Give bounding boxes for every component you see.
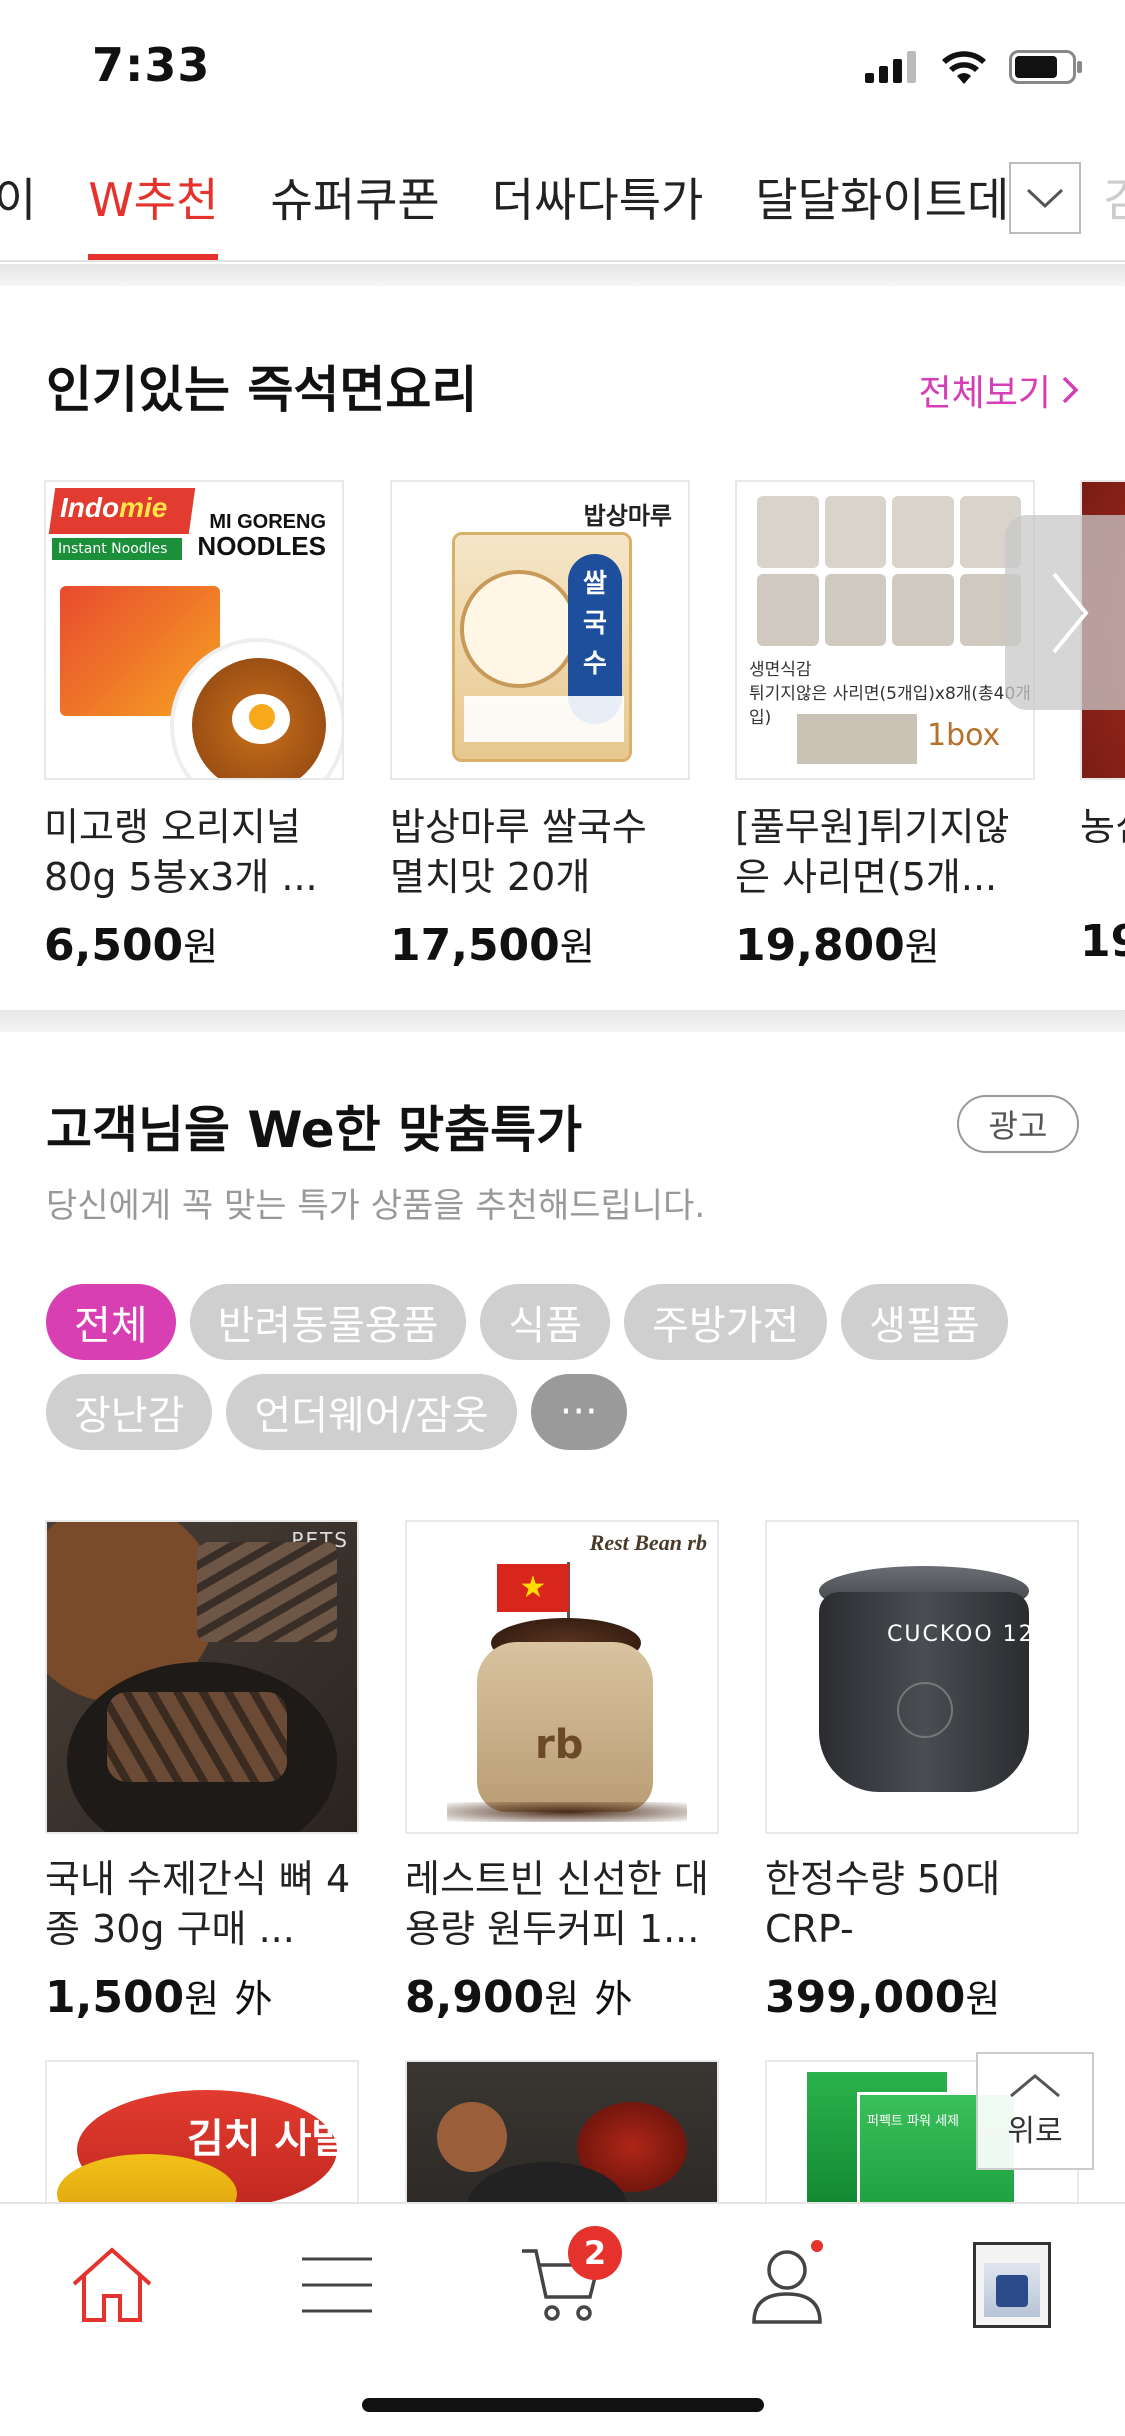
product-price: 8,900원 外 <box>405 1972 633 2023</box>
tab-cheaper-deal[interactable]: 더싸다특가 <box>466 150 730 260</box>
product-name: 밥상마루 쌀국수 멸치맛 20개 <box>390 805 647 899</box>
tab-next[interactable]: 감성 <box>1078 150 1125 260</box>
status-bar: 7:33 <box>0 0 1125 132</box>
chip-toys[interactable]: 장난감 <box>46 1374 213 1450</box>
ad-badge[interactable]: 광고 <box>957 1095 1079 1153</box>
product-price: 1,500원 外 <box>45 1972 273 2023</box>
nav-home[interactable] <box>52 2230 172 2340</box>
chip-daily-necessities[interactable]: 생필품 <box>841 1284 1008 1360</box>
tab-expand-button[interactable] <box>1009 162 1081 234</box>
deal-product-card[interactable]: Rest Bean rb ★ rb 레스트빈 신선한 대용량 원두커피 1...… <box>405 1520 719 2023</box>
product-name: 농심 86 <box>1080 805 1125 849</box>
product-price: 6,500원 <box>44 920 219 970</box>
tab-w-recommend[interactable]: W추천 <box>62 150 244 260</box>
product-image-label: CUCKOO 12:00 <box>887 1622 1077 1647</box>
chip-pet-supplies[interactable]: 반려동물용품 <box>189 1284 467 1360</box>
home-indicator <box>362 2398 764 2412</box>
product-image: PETS <box>45 1520 359 1834</box>
popular-products-carousel[interactable]: Indomie Instant Noodles MI GORENG NOODLES… <box>0 480 1125 970</box>
tab-prev[interactable]: 이 <box>0 150 62 260</box>
see-all-link[interactable]: 전체보기 <box>919 364 1079 416</box>
cart-count-badge: 2 <box>568 2226 622 2280</box>
chevron-right-icon <box>1052 572 1089 653</box>
chevron-right-icon <box>1062 376 1079 404</box>
chip-underwear-pajamas[interactable]: 언더웨어/잠옷 <box>226 1374 517 1450</box>
product-name: 한정수량 50대 CRP-LHTR0610F... <box>765 1857 1001 1951</box>
scroll-top-button[interactable]: 위로 <box>976 2052 1094 2170</box>
product-image: 생면식감 튀기지않은 사리면(5개입)x8개(총40개입) 1box <box>735 480 1035 780</box>
section-divider <box>0 264 1125 286</box>
category-filter-chips: 전체 반려동물용품 식품 주방가전 생필품 장난감 언더웨어/잠옷 ··· <box>46 1284 1086 1450</box>
product-card[interactable]: Indomie Instant Noodles MI GORENG NOODLES… <box>44 480 344 970</box>
product-name: 미고랭 오리지널 80g 5봉x3개 ... <box>44 805 318 899</box>
battery-icon <box>1009 50 1082 84</box>
product-name: 레스트빈 신선한 대용량 원두커피 1... <box>405 1857 709 1951</box>
user-icon <box>752 2250 822 2324</box>
nav-my-page[interactable] <box>727 2230 847 2340</box>
chip-more-button[interactable]: ··· <box>530 1374 627 1450</box>
carousel-next-button[interactable] <box>1005 515 1125 710</box>
product-image: Indomie Instant Noodles MI GORENG NOODLES <box>44 480 344 780</box>
custom-deal-title: 고객님을 We한 맞춤특가 <box>46 1101 583 1159</box>
category-tab-bar: 이 W추천 슈퍼쿠폰 더싸다특가 달달화이트데이 감성 <box>0 150 1125 262</box>
recent-item-thumbnail <box>973 2242 1051 2328</box>
status-time: 7:33 <box>92 38 211 92</box>
product-name: [풀무원]튀기지않은 사리면(5개... <box>735 805 1010 899</box>
see-all-label: 전체보기 <box>918 373 1051 414</box>
product-image-label: 퍼펙트 파워 세제 <box>867 2114 959 2129</box>
deal-product-card[interactable]: CUCKOO 12:00 한정수량 50대 CRP-LHTR0610F... 3… <box>765 1520 1079 2023</box>
chevron-up-icon <box>1010 2074 1060 2098</box>
chip-food[interactable]: 식품 <box>480 1284 611 1360</box>
section-divider <box>0 1010 1125 1032</box>
product-image: Rest Bean rb ★ rb <box>405 1520 719 1834</box>
tab-super-coupon[interactable]: 슈퍼쿠폰 <box>244 150 465 260</box>
popular-section-title: 인기있는 즉석면요리 <box>46 361 478 419</box>
product-price: 399,000원 <box>765 1972 1001 2023</box>
product-name: 국내 수제간식 뼈 4종 30g 구매 ... <box>45 1857 351 1951</box>
product-image: CUCKOO 12:00 <box>765 1520 1079 1834</box>
menu-icon <box>302 2257 372 2313</box>
chip-kitchen-appliances[interactable]: 주방가전 <box>624 1284 828 1360</box>
nav-recent-item[interactable] <box>952 2230 1072 2340</box>
product-image-label: Rest Bean rb <box>589 1530 707 1555</box>
product-card[interactable]: 생면식감 튀기지않은 사리면(5개입)x8개(총40개입) 1box [풀무원]튀… <box>735 480 1035 970</box>
product-price: 19,800원 <box>735 920 940 970</box>
product-image: 밥상마루 쌀국수 <box>390 480 690 780</box>
status-icons <box>865 50 1083 84</box>
wifi-icon <box>942 51 986 84</box>
notification-dot <box>811 2240 823 2252</box>
product-brand-label: 밥상마루 <box>583 502 672 530</box>
product-price: 17,500원 <box>390 920 595 970</box>
chevron-down-icon <box>1026 188 1064 209</box>
product-image-label: MI GORENG NOODLES <box>197 511 326 561</box>
product-card[interactable]: 밥상마루 쌀국수 밥상마루 쌀국수 멸치맛 20개 17,500원 <box>390 480 690 970</box>
signal-icon <box>865 51 916 83</box>
home-icon <box>72 2247 152 2322</box>
flag-icon: ★ <box>497 1564 569 1612</box>
nav-cart[interactable]: 2 <box>502 2226 622 2340</box>
deal-product-card[interactable]: PETS 국내 수제간식 뼈 4종 30g 구매 ... 1,500원 外 <box>45 1520 359 2023</box>
nav-menu[interactable] <box>277 2230 397 2340</box>
custom-deal-subtitle: 당신에게 꼭 맞는 특가 상품을 추천해드립니다. <box>46 1186 706 1226</box>
product-price: 19 <box>1080 916 1125 967</box>
chip-all[interactable]: 전체 <box>46 1284 176 1360</box>
scroll-top-label: 위로 <box>1007 2114 1063 2149</box>
